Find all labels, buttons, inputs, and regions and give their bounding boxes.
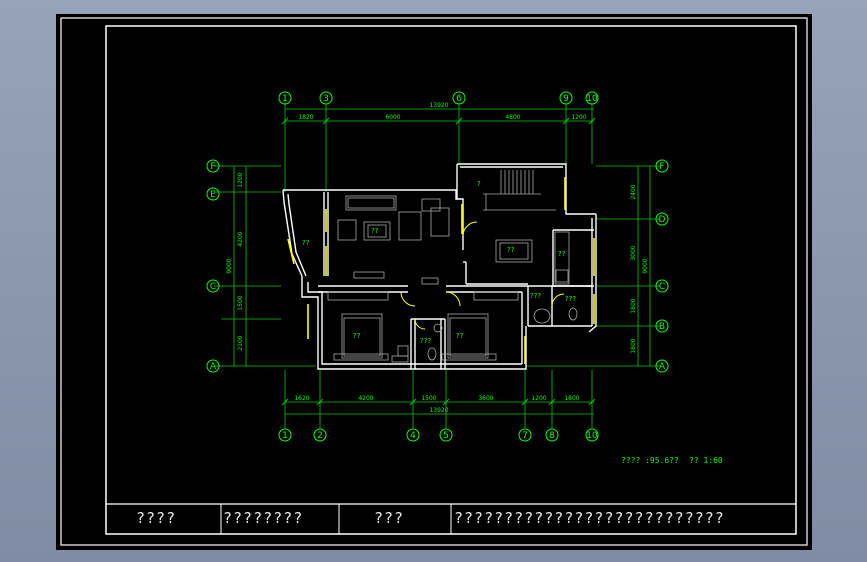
title-block-cell-2: ???????? [223,509,304,527]
grid-label-bottom: 4 [410,431,416,441]
grid-label-right: A [659,362,666,372]
grid-label-right: D [659,215,666,225]
dim-bottom: 1620 [294,395,309,402]
stair-treads [483,170,556,211]
outer-frame [60,17,808,546]
doors [400,221,565,330]
walls [282,163,597,370]
grid-label-bottom: 7 [522,431,528,441]
dim-top: 6000 [385,114,400,121]
grid-label-top: 9 [563,94,569,104]
title-block-cell-1: ???? [136,509,177,527]
dim-right: 3000 [630,245,637,260]
dim-left: 2100 [237,335,244,350]
room-label-bedroom: ?? [353,332,361,340]
room-label-bath: ??? [530,292,541,300]
dim-left: 1500 [237,295,244,310]
floor-plan-drawing: 1 3 6 9 10 1 2 4 5 7 8 10 F E C A F D C … [60,17,808,546]
grid-labels: 1 3 6 9 10 1 2 4 5 7 8 10 F E C A F D C … [210,94,666,441]
grid-label-right: B [659,322,665,332]
grid-label-bottom: 1 [282,431,288,441]
overall-dim-left: 9000 [226,258,233,273]
grid-label-top: 1 [282,94,288,104]
note-area: ???? :95.6?? [621,456,679,465]
dim-bottom: 4200 [358,395,373,402]
room-label-living: ?? [371,227,379,235]
grid-label-right: C [659,282,665,292]
dim-right: 1800 [630,338,637,353]
grid-label-left: A [210,362,217,372]
dim-left: 1200 [237,172,244,187]
grid-bubbles-right [655,159,669,373]
overall-dim-bottom: 13920 [429,407,448,414]
room-label-stair: ? [477,180,481,188]
grid-label-bottom: 5 [443,431,449,441]
dim-left: 4200 [237,231,244,246]
grid-label-bottom: 2 [317,431,323,441]
dim-bottom: 1500 [421,395,436,402]
dim-bottom: 1800 [564,395,579,402]
room-label-balcony: ?? [302,239,310,247]
dim-top: 4800 [505,114,520,121]
dim-bottom: 1200 [531,395,546,402]
grid-label-right: F [659,162,664,172]
overall-dim-top: 13920 [429,102,448,109]
grid-label-top: 10 [586,94,598,104]
dim-top: 1200 [571,114,586,121]
title-block-cell-4: ??????????????????????????? [454,509,725,527]
overall-dim-right: 9000 [642,258,649,273]
furniture [327,170,578,363]
room-label-bath: ??? [420,337,431,345]
dimension-lines [214,104,660,428]
note-scale: ?? 1:60 [689,456,723,465]
grid-label-left: F [210,162,215,172]
grid-label-bottom: 8 [549,431,555,441]
grid-label-left: E [210,190,216,200]
dim-right: 2400 [630,184,637,199]
grid-label-bottom: 10 [586,431,598,441]
dimension-ticks [281,117,596,406]
room-label-bath: ??? [565,295,576,303]
dim-right: 1800 [630,298,637,313]
dim-bottom: 3600 [478,395,493,402]
room-label-kitchen: ?? [558,250,566,258]
title-block-cell-3: ??? [374,509,405,527]
grid-label-left: C [210,282,216,292]
grid-label-top: 3 [323,94,329,104]
room-label-bedroom: ?? [456,332,464,340]
drawing-sheet: 1 3 6 9 10 1 2 4 5 7 8 10 F E C A F D C … [56,14,812,550]
dim-top: 1820 [298,114,313,121]
grid-label-top: 6 [456,94,462,104]
room-label-dining: ?? [507,246,515,254]
notes: ???? :95.6?? ?? 1:60 [621,456,723,465]
